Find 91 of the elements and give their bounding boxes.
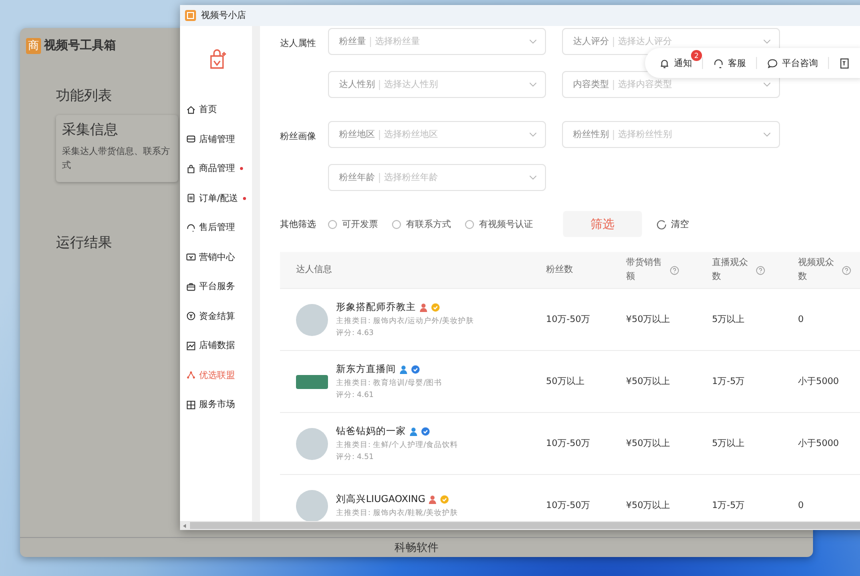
- creator-name: 新东方直播间: [336, 363, 396, 376]
- table-cell: 10万-50万: [546, 501, 590, 511]
- help-icon: [756, 266, 765, 274]
- table-cell: 1万-5万: [712, 501, 745, 511]
- home-icon: [186, 104, 196, 115]
- chevron-down-icon: [763, 39, 771, 44]
- section-title: 运行结果: [56, 234, 113, 252]
- network-icon: [186, 370, 196, 380]
- chat-bubble-icon: [767, 58, 778, 68]
- table-cell: 小于5000: [798, 377, 839, 387]
- filter-label: 其他筛选: [280, 218, 317, 230]
- nav-item[interactable]: 平台服务: [180, 272, 252, 302]
- bag-icon: [186, 164, 196, 174]
- refresh-icon: [656, 218, 667, 230]
- table-cell: ¥50万以上: [626, 315, 670, 325]
- app-icon: 商: [26, 38, 41, 54]
- table-cell: ¥50万以上: [626, 501, 670, 511]
- footer-text: 科畅软件: [394, 540, 438, 555]
- chevron-down-icon: [529, 82, 537, 87]
- table-cell: 5万以上: [712, 315, 745, 325]
- chevron-down-icon: [763, 132, 771, 137]
- column-header: 粉丝数: [546, 264, 573, 277]
- clear-button[interactable]: 清空: [650, 216, 695, 232]
- table-cell: 0: [798, 314, 804, 324]
- avatar-placeholder: [296, 428, 328, 460]
- logo-placeholder: [296, 374, 328, 388]
- column-header: 直播观众数: [712, 256, 749, 284]
- nav-item[interactable]: 资金结算: [180, 302, 252, 331]
- radio-option[interactable]: 可开发票: [328, 218, 378, 230]
- filter-label: 粉丝画像: [280, 130, 317, 144]
- scroll-left-icon: [183, 524, 186, 528]
- chevron-down-icon: [529, 175, 537, 180]
- store-icon: [186, 134, 196, 144]
- coin-icon: [186, 311, 196, 322]
- table-cell: 小于5000: [798, 439, 839, 449]
- toolbar-button[interactable]: 客服: [713, 56, 746, 70]
- filter-label: 达人属性: [280, 38, 317, 51]
- table-cell: 10万-50万: [546, 315, 590, 325]
- ticket-icon: [186, 252, 196, 262]
- creator-name: 刘高兴LIUGAOXING: [336, 493, 426, 506]
- nav-item[interactable]: 首页: [180, 95, 252, 124]
- table-cell: 0: [798, 500, 804, 510]
- nav-item[interactable]: 服务市场: [180, 390, 252, 420]
- help-icon: [842, 266, 851, 274]
- nav-item[interactable]: 售后管理: [180, 213, 252, 242]
- select-field[interactable]: 粉丝年龄 选择粉丝年龄: [328, 164, 546, 191]
- chevron-down-icon: [763, 82, 771, 87]
- window-title: 视频号工具箱: [44, 37, 116, 54]
- creator-name: 形象搭配师乔教主: [336, 301, 416, 314]
- feature-card[interactable]: 采集信息 采集达人带货信息、联系方式: [56, 115, 178, 182]
- table-cell: 1万-5万: [712, 377, 745, 387]
- select-field[interactable]: 粉丝量 选择粉丝量: [328, 28, 546, 55]
- help-icon: [670, 266, 679, 274]
- nav-item[interactable]: 营销中心: [180, 242, 252, 272]
- table-cell: 5万以上: [712, 439, 745, 449]
- nav-item[interactable]: 店铺管理: [180, 124, 252, 154]
- nav-item[interactable]: 商品管理: [180, 154, 252, 184]
- column-header: 带货销售额: [626, 256, 663, 284]
- select-field[interactable]: 粉丝性别 选择粉丝性别: [562, 121, 780, 148]
- toolbar-button[interactable]: 通知: [659, 56, 692, 70]
- nav-item[interactable]: 店铺数据: [180, 331, 252, 360]
- select-field[interactable]: 达人性别 选择达人性别: [328, 71, 546, 98]
- horizontal-scrollbar[interactable]: [180, 521, 860, 530]
- avatar-placeholder: [296, 490, 328, 522]
- column-header: 达人信息: [296, 264, 332, 277]
- creator-name: 钻爸钻妈的一家: [336, 425, 406, 438]
- select-field[interactable]: 粉丝地区 选择粉丝地区: [328, 121, 546, 148]
- radio-option[interactable]: 有视频号认证: [465, 218, 533, 230]
- briefcase-icon: [186, 282, 196, 292]
- table-cell: ¥50万以上: [626, 439, 670, 449]
- table-cell: 10万-50万: [546, 439, 590, 449]
- bell-icon: [659, 58, 670, 68]
- card-title: 采集信息: [62, 121, 119, 139]
- toolbar-button[interactable]: 平台咨询: [767, 56, 818, 70]
- table-cell: 50万以上: [546, 377, 584, 387]
- window-title: 视频号小店: [201, 10, 246, 22]
- grid-icon: [186, 400, 196, 410]
- radio-option[interactable]: 有联系方式: [392, 218, 451, 230]
- section-title: 功能列表: [56, 87, 113, 105]
- chevron-down-icon: [529, 132, 537, 137]
- chevron-down-icon: [529, 39, 537, 44]
- toolbar-button[interactable]: [839, 58, 850, 68]
- app-icon: [185, 10, 196, 21]
- document-icon: [839, 58, 850, 68]
- card-description: 采集达人带货信息、联系方式: [62, 146, 171, 174]
- chart-icon: [186, 340, 196, 351]
- nav-item[interactable]: 订单/配送: [180, 184, 252, 213]
- avatar-placeholder: [296, 304, 328, 336]
- table-cell: ¥50万以上: [626, 377, 670, 387]
- clipboard-icon: [186, 193, 196, 204]
- column-header: 视频观众数: [798, 256, 835, 284]
